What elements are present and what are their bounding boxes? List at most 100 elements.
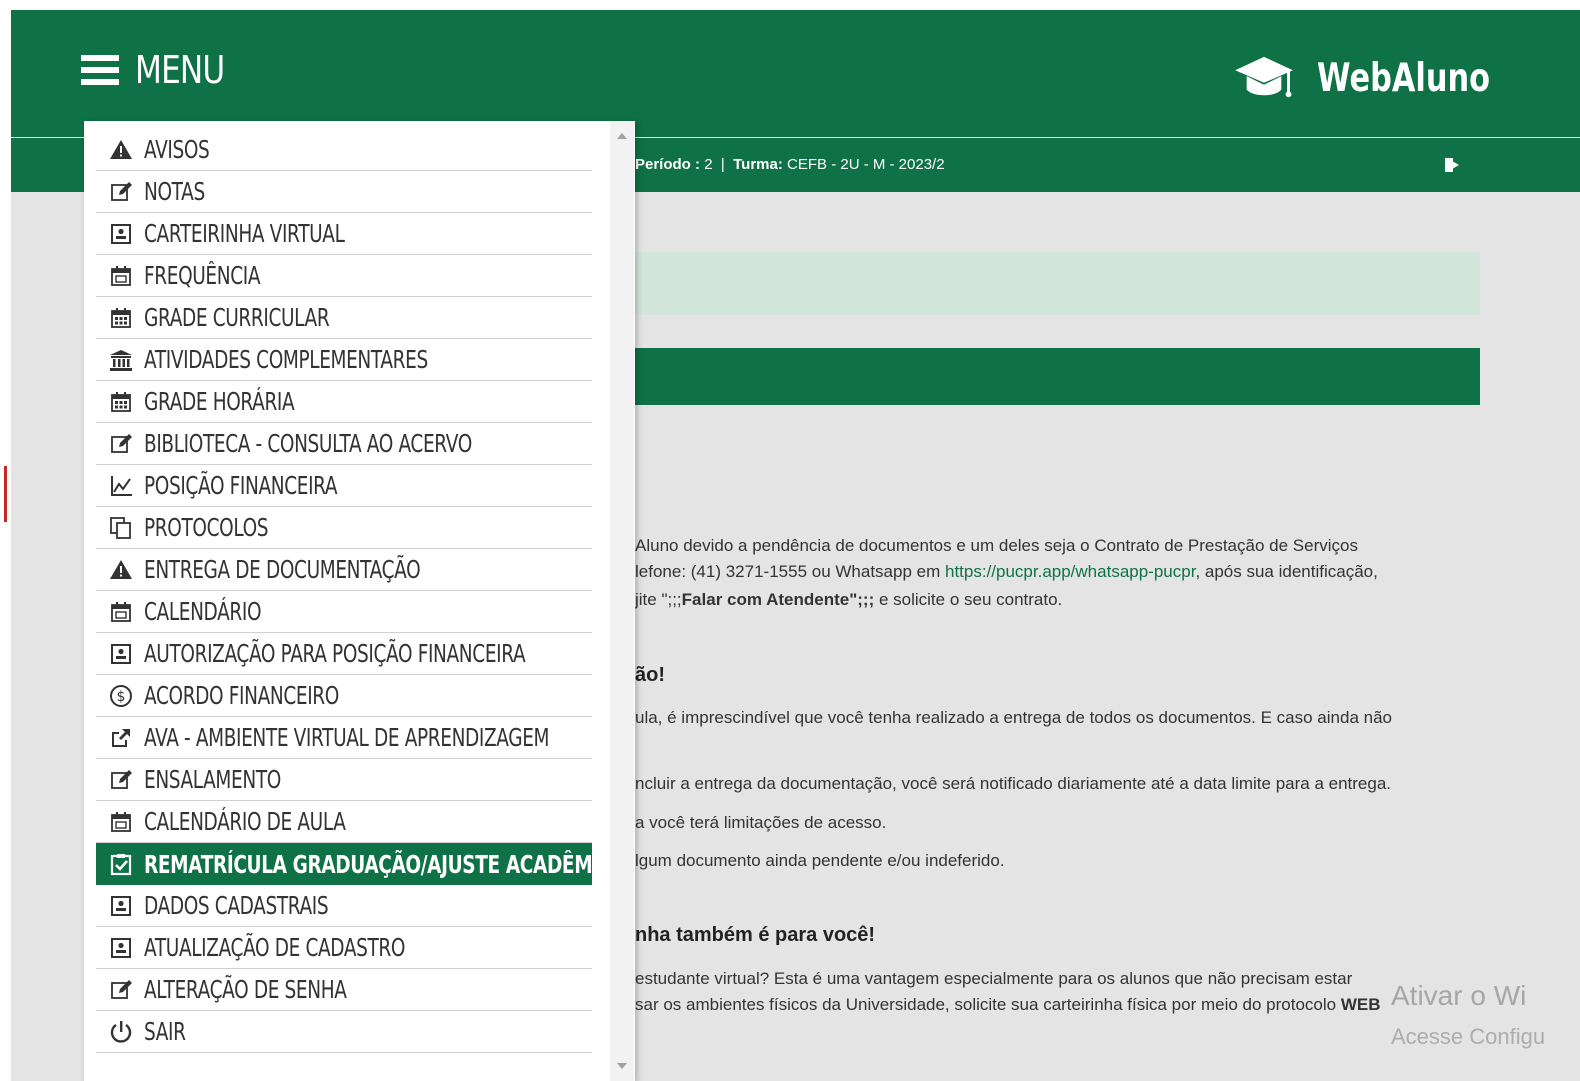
id-card-icon (108, 893, 134, 919)
menu-item-label: GRADE CURRICULAR (144, 303, 330, 332)
text-span: e solicite o seu contrato. (874, 590, 1063, 609)
menu-item-label: AVISOS (144, 135, 210, 164)
menu-item-label: PROTOCOLOS (144, 513, 269, 542)
logout-icon[interactable] (1443, 156, 1461, 174)
menu-item-3[interactable]: FREQUÊNCIA (96, 255, 592, 297)
menu-item-1[interactable]: NOTAS (96, 171, 592, 213)
edit-icon (108, 977, 134, 1003)
id-card-icon (108, 221, 134, 247)
text-span: , após sua identificação, (1195, 562, 1378, 581)
menu-item-20[interactable]: ALTERAÇÃO DE SENHA (96, 969, 592, 1011)
red-marker (4, 466, 7, 522)
edit-icon (108, 179, 134, 205)
brand-name: WebAluno (1317, 55, 1491, 101)
paragraph-line: lgum documento ainda pendente e/ou indef… (635, 851, 1005, 870)
paragraph-line: ula, é imprescindível que você tenha rea… (635, 708, 1392, 727)
paragraph-line: lefone: (41) 3271-1555 ou Whatsapp em ht… (635, 562, 1378, 582)
copy-icon (108, 515, 134, 541)
menu-item-label: ALTERAÇÃO DE SENHA (144, 975, 347, 1004)
menu-item-label: ATUALIZAÇÃO DE CADASTRO (144, 933, 406, 962)
menu-item-18[interactable]: DADOS CADASTRAIS (96, 885, 592, 927)
scroll-up-arrow-icon[interactable] (617, 133, 627, 139)
menu-item-21[interactable]: SAIR (96, 1011, 592, 1053)
menu-item-label: ENSALAMENTO (144, 765, 281, 794)
calendar-icon (108, 599, 134, 625)
menu-item-label: AUTORIZAÇÃO PARA POSIÇÃO FINANCEIRA (144, 639, 526, 668)
menu-item-17[interactable]: REMATRÍCULA GRADUAÇÃO/AJUSTE ACADÊMICO (96, 843, 628, 885)
menu-item-9[interactable]: PROTOCOLOS (96, 507, 592, 549)
menu-item-label: GRADE HORÁRIA (144, 387, 295, 416)
menu-item-2[interactable]: CARTEIRINHA VIRTUAL (96, 213, 592, 255)
section-heading: nha também é para você! (635, 924, 876, 946)
menu-item-label: FREQUÊNCIA (144, 261, 261, 290)
paragraph-line: sar os ambientes físicos da Universidade… (635, 995, 1381, 1015)
menu-dropdown: AVISOS NOTAS CARTEIRINHA VIRTUAL FREQUÊNCIA… (84, 121, 635, 1081)
menu-item-13[interactable]: $ ACORDO FINANCEIRO (96, 675, 592, 717)
text-bold: Falar com Atendente";;; (681, 590, 875, 609)
brand: WebAluno (1233, 50, 1539, 106)
edit-icon (108, 431, 134, 457)
menu-item-label: CALENDÁRIO DE AULA (144, 807, 346, 836)
text-bold: WEB (1340, 995, 1381, 1014)
menu-item-label: SAIR (144, 1017, 186, 1046)
menu-item-11[interactable]: CALENDÁRIO (96, 591, 592, 633)
menu-item-label: CALENDÁRIO (144, 597, 262, 626)
svg-text:$: $ (117, 689, 126, 705)
menu-item-label: AVA - AMBIENTE VIRTUAL DE APRENDIZAGEM (144, 723, 550, 752)
menu-item-15[interactable]: ENSALAMENTO (96, 759, 592, 801)
menu-item-12[interactable]: AUTORIZAÇÃO PARA POSIÇÃO FINANCEIRA (96, 633, 592, 675)
menu-item-label: CARTEIRINHA VIRTUAL (144, 219, 345, 248)
menu-item-label: BIBLIOTECA - CONSULTA AO ACERVO (144, 429, 472, 458)
menu-item-7[interactable]: BIBLIOTECA - CONSULTA AO ACERVO (96, 423, 592, 465)
external-link-icon (108, 725, 134, 751)
whatsapp-link[interactable]: https://pucpr.app/whatsapp-pucpr (945, 562, 1195, 581)
text-span: sar os ambientes físicos da Universidade… (635, 995, 1341, 1014)
info-separator: | (716, 156, 729, 173)
section-heading: ão! (635, 664, 665, 686)
paragraph-line: a você terá limitações de acesso. (635, 813, 887, 832)
graduation-cap-icon (1235, 56, 1293, 98)
menu-list: AVISOS NOTAS CARTEIRINHA VIRTUAL FREQUÊNCIA… (96, 129, 628, 1053)
menu-item-label: ENTREGA DE DOCUMENTAÇÃO (144, 555, 421, 584)
text-span: lefone: (41) 3271-1555 ou Whatsapp em (635, 562, 945, 581)
menu-scrollbar[interactable] (610, 121, 634, 1081)
menu-label[interactable]: MENU (135, 48, 225, 92)
calendar-grid-icon (108, 305, 134, 331)
turma-label: Turma: (733, 156, 783, 173)
line-chart-icon (108, 473, 134, 499)
menu-item-14[interactable]: AVA - AMBIENTE VIRTUAL DE APRENDIZAGEM (96, 717, 592, 759)
calendar-icon (108, 809, 134, 835)
turma-value: CEFB - 2U - M - 2023/2 (787, 156, 945, 173)
hamburger-icon[interactable] (81, 55, 119, 85)
activation-watermark: Ativar o Wi (1391, 980, 1527, 1011)
menu-item-5[interactable]: ATIVIDADES COMPLEMENTARES (96, 339, 592, 381)
institution-icon (108, 347, 134, 373)
warning-icon (108, 557, 134, 583)
scroll-down-arrow-icon[interactable] (617, 1063, 627, 1069)
menu-item-8[interactable]: POSIÇÃO FINANCEIRA (96, 465, 592, 507)
id-card-icon (108, 641, 134, 667)
menu-item-0[interactable]: AVISOS (96, 129, 592, 171)
student-info-text: Período : 2 | Turma: CEFB - 2U - M - 202… (635, 156, 945, 173)
menu-item-label: POSIÇÃO FINANCEIRA (144, 471, 338, 500)
menu-item-label: DADOS CADASTRAIS (144, 891, 329, 920)
periodo-label: Período : (635, 156, 701, 173)
calendar-grid-icon (108, 389, 134, 415)
paragraph-line: jite ";;;Falar com Atendente";;; e solic… (635, 590, 1062, 610)
menu-toggle-button[interactable]: MENU (81, 42, 244, 98)
menu-item-label: NOTAS (144, 177, 205, 206)
alert-box (635, 252, 1480, 315)
menu-item-10[interactable]: ENTREGA DE DOCUMENTAÇÃO (96, 549, 592, 591)
menu-item-label: ACORDO FINANCEIRO (144, 681, 339, 710)
top-header: MENU WebAluno (11, 10, 1580, 137)
edit-icon (108, 767, 134, 793)
menu-item-6[interactable]: GRADE HORÁRIA (96, 381, 592, 423)
menu-item-4[interactable]: GRADE CURRICULAR (96, 297, 592, 339)
text-span: jite ";;; (635, 590, 682, 609)
menu-item-16[interactable]: CALENDÁRIO DE AULA (96, 801, 592, 843)
dollar-circle-icon: $ (108, 683, 134, 709)
paragraph-line: estudante virtual? Esta é uma vantagem e… (635, 969, 1353, 988)
warning-icon (108, 137, 134, 163)
menu-item-19[interactable]: ATUALIZAÇÃO DE CADASTRO (96, 927, 592, 969)
power-icon (108, 1019, 134, 1045)
